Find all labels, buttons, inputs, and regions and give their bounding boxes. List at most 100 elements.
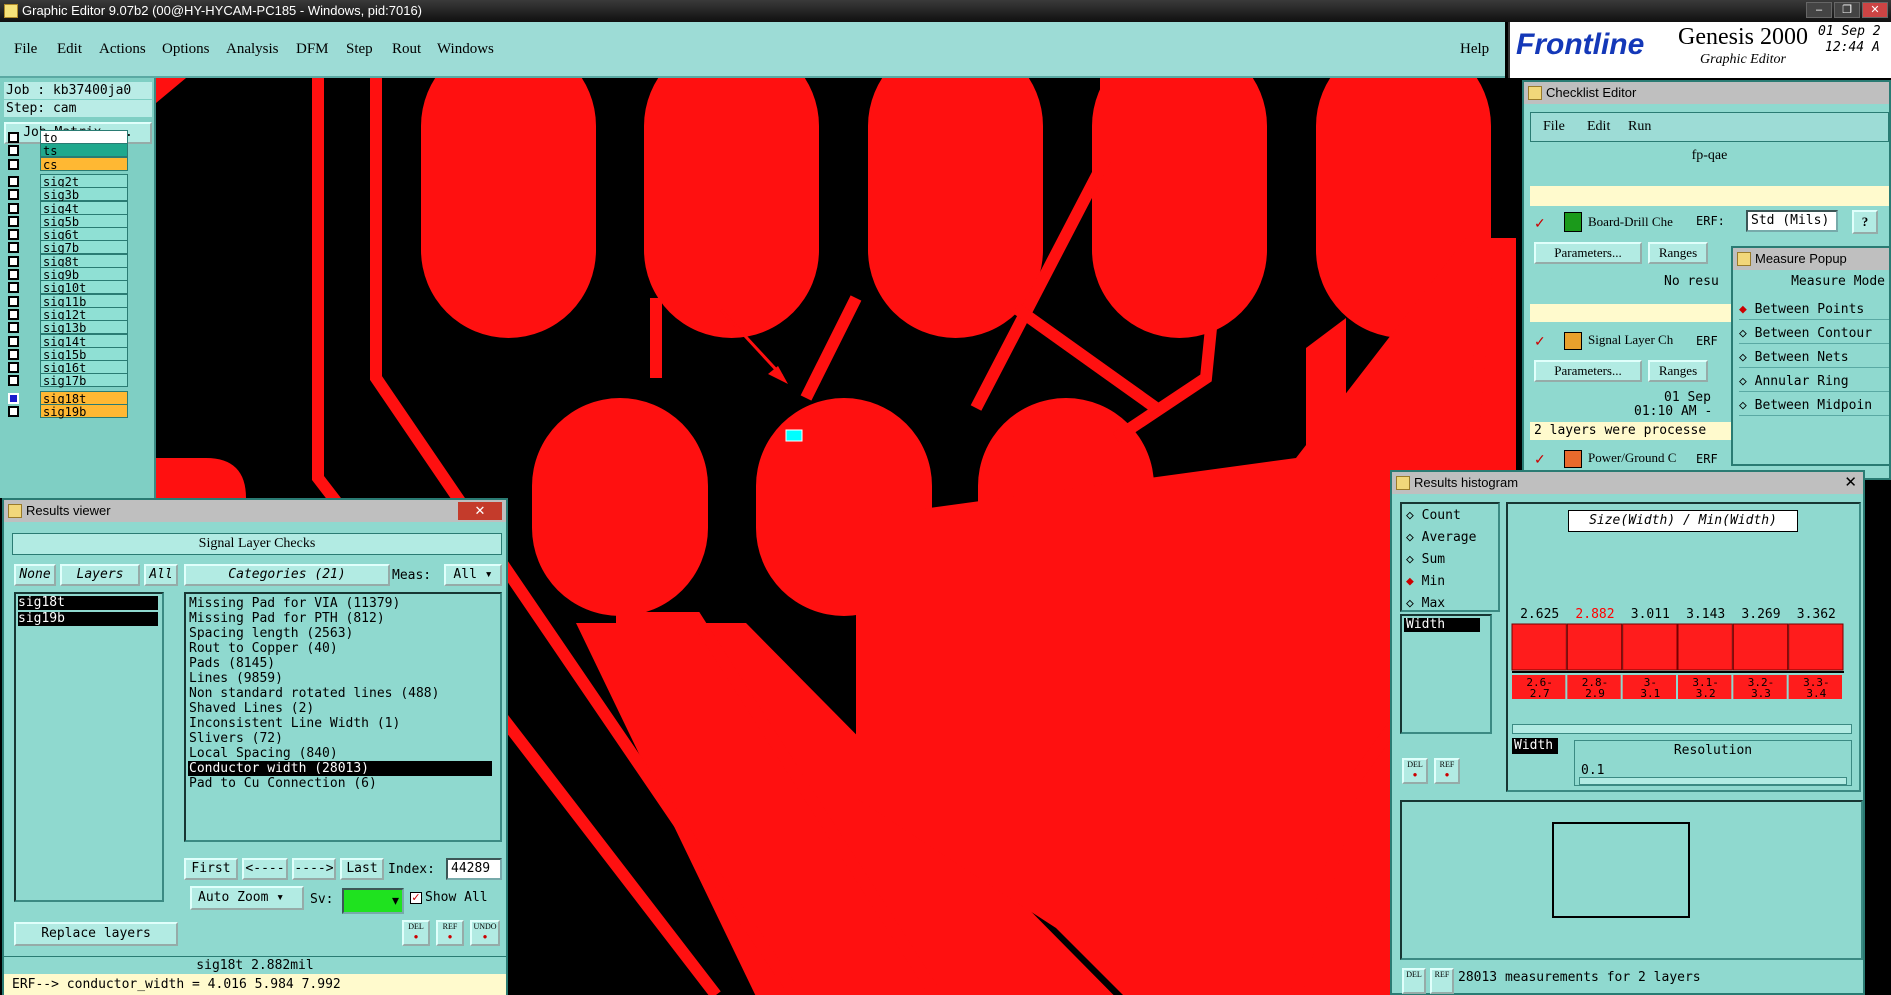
- parameters-button[interactable]: Parameters...: [1534, 242, 1642, 264]
- stat-option[interactable]: ◆ Min: [1406, 574, 1445, 589]
- layer-name[interactable]: cs: [40, 156, 128, 172]
- menu-step[interactable]: Step: [346, 41, 373, 58]
- index-field[interactable]: 44289: [446, 858, 502, 880]
- histogram-bar[interactable]: [1732, 623, 1789, 671]
- layer-name[interactable]: ts: [40, 143, 128, 158]
- histogram-bar[interactable]: [1566, 623, 1623, 671]
- layer-checkbox[interactable]: [8, 335, 19, 347]
- layers-listbox[interactable]: sig18t sig19b: [14, 592, 164, 902]
- horizontal-scrollbar[interactable]: [1512, 724, 1852, 734]
- layer-checkbox[interactable]: [8, 375, 19, 387]
- menu-actions[interactable]: Actions: [99, 41, 146, 58]
- layer-row[interactable]: sig8t: [6, 253, 128, 269]
- layer-name[interactable]: sig14t: [40, 333, 128, 349]
- layer-name[interactable]: to: [40, 130, 128, 145]
- layer-name[interactable]: sig8t: [40, 253, 128, 269]
- layer-checkbox[interactable]: [8, 189, 19, 201]
- stat-option[interactable]: ◇ Sum: [1406, 552, 1445, 567]
- menu-dfm[interactable]: DFM: [296, 41, 329, 58]
- first-button[interactable]: First: [184, 858, 238, 880]
- category-item[interactable]: Local Spacing (840): [188, 746, 492, 761]
- checklist-menu-file[interactable]: File: [1543, 119, 1565, 135]
- layer-name[interactable]: sig17b: [40, 373, 128, 388]
- hist-ref-button[interactable]: REF ●: [1434, 758, 1460, 784]
- menu-options[interactable]: Options: [162, 41, 210, 58]
- layer-row[interactable]: sig4t: [6, 200, 128, 216]
- histogram-bar[interactable]: [1511, 623, 1567, 671]
- layer-checkbox[interactable]: [8, 322, 19, 334]
- parameters-button[interactable]: Parameters...: [1534, 360, 1642, 382]
- close-icon[interactable]: ✕: [1844, 472, 1857, 494]
- layer-row[interactable]: sig3b: [6, 187, 128, 202]
- layer-row[interactable]: sig7b: [6, 240, 128, 255]
- layer-name[interactable]: sig10t: [40, 280, 128, 295]
- replace-layers-button[interactable]: Replace layers: [14, 922, 178, 946]
- layer-checkbox[interactable]: [8, 282, 19, 294]
- layer-row[interactable]: sig17b: [6, 373, 128, 388]
- all-button[interactable]: All: [144, 564, 178, 586]
- measure-mode-option[interactable]: ◇ Between Midpoin: [1739, 396, 1889, 416]
- stat-option[interactable]: ◇ Average: [1406, 530, 1476, 545]
- menu-edit[interactable]: Edit: [57, 41, 82, 58]
- layer-name[interactable]: sig12t: [40, 306, 128, 322]
- category-item[interactable]: Non standard rotated lines (488): [188, 686, 492, 701]
- layer-row[interactable]: sig11b: [6, 293, 128, 309]
- del-button[interactable]: DEL ●: [402, 920, 430, 946]
- layer-checkbox[interactable]: [8, 158, 19, 170]
- menu-help[interactable]: Help: [1460, 41, 1489, 58]
- layer-row[interactable]: sig18t: [6, 390, 128, 406]
- hist-del-button[interactable]: DEL ●: [1402, 758, 1428, 784]
- layer-list-item-selected[interactable]: sig19b: [18, 612, 158, 626]
- layer-checkbox[interactable]: [8, 308, 19, 320]
- layer-name[interactable]: sig18t: [40, 390, 128, 406]
- category-item[interactable]: Pad to Cu Connection (6): [188, 776, 492, 791]
- category-item[interactable]: Slivers (72): [188, 731, 492, 746]
- layers-button[interactable]: Layers: [60, 564, 140, 586]
- layer-row[interactable]: sig14t: [6, 333, 128, 349]
- category-item[interactable]: Spacing length (2563): [188, 626, 492, 641]
- layer-checkbox[interactable]: [8, 242, 19, 254]
- categories-button[interactable]: Categories (21): [184, 564, 390, 586]
- category-item[interactable]: Shaved Lines (2): [188, 701, 492, 716]
- layer-checkbox[interactable]: [8, 362, 19, 374]
- category-item[interactable]: Lines (9859): [188, 671, 492, 686]
- histogram-bar[interactable]: [1677, 623, 1733, 671]
- meas-dropdown[interactable]: All ▾: [444, 564, 502, 586]
- layer-row[interactable]: sig13b: [6, 320, 128, 335]
- row-checkbox[interactable]: ✓: [1534, 334, 1546, 351]
- stat-option[interactable]: ◇ Count: [1406, 508, 1461, 523]
- sv-dropdown[interactable]: ▾: [342, 888, 404, 914]
- layer-name[interactable]: sig15b: [40, 346, 128, 362]
- measure-mode-option[interactable]: ◇ Between Nets: [1739, 348, 1889, 368]
- prev-button[interactable]: <----: [242, 858, 288, 880]
- category-item[interactable]: Pads (8145): [188, 656, 492, 671]
- layer-row[interactable]: sig15b: [6, 346, 128, 362]
- measure-mode-option[interactable]: ◇ Annular Ring: [1739, 372, 1889, 392]
- minimize-button[interactable]: –: [1806, 2, 1832, 18]
- ranges-button[interactable]: Ranges: [1648, 242, 1708, 264]
- ranges-button[interactable]: Ranges: [1648, 360, 1708, 382]
- layer-name[interactable]: sig7b: [40, 240, 128, 255]
- layer-name[interactable]: sig6t: [40, 227, 128, 242]
- category-item[interactable]: Missing Pad for PTH (812): [188, 611, 492, 626]
- checklist-menu-run[interactable]: Run: [1628, 119, 1651, 135]
- layer-row[interactable]: sig10t: [6, 280, 128, 295]
- layer-checkbox[interactable]: [8, 269, 19, 280]
- layer-checkbox[interactable]: [8, 392, 19, 404]
- layer-name[interactable]: sig2t: [40, 173, 128, 189]
- bottom-ref-button[interactable]: REF: [1430, 968, 1454, 994]
- layer-name[interactable]: sig4t: [40, 200, 128, 216]
- layer-name[interactable]: sig13b: [40, 320, 128, 335]
- layer-name[interactable]: sig19b: [40, 404, 128, 419]
- layer-row[interactable]: sig16t: [6, 360, 128, 375]
- none-button[interactable]: None: [14, 564, 56, 586]
- show-all-checkbox[interactable]: ✓: [410, 892, 422, 904]
- category-item[interactable]: Inconsistent Line Width (1): [188, 716, 492, 731]
- layer-checkbox[interactable]: [8, 175, 19, 187]
- close-button[interactable]: ✕: [1862, 2, 1888, 18]
- undo-button[interactable]: UNDO ●: [470, 920, 500, 946]
- measure-mode-option[interactable]: ◆ Between Points: [1739, 300, 1889, 320]
- erf-select[interactable]: Std (Mils): [1746, 210, 1838, 232]
- help-icon[interactable]: ?: [1852, 210, 1878, 234]
- menu-windows[interactable]: Windows: [437, 41, 494, 58]
